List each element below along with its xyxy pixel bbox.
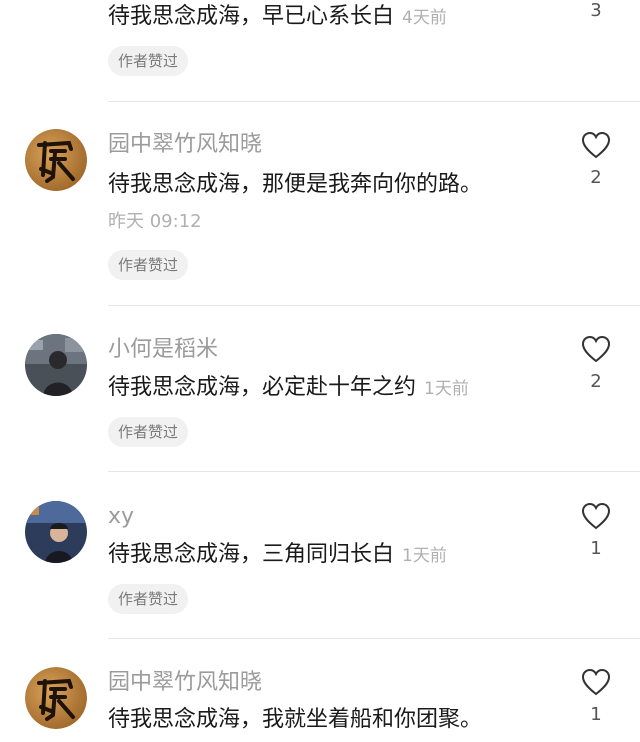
comment-text: 待我思念成海，三角同归长白 xyxy=(108,542,395,567)
like-count: 1 xyxy=(590,704,602,725)
comment-time: 4天前 xyxy=(402,8,447,28)
like-control[interactable]: 2 xyxy=(576,335,616,393)
calligraphy-avatar-image xyxy=(25,667,87,729)
comment-text-line: 待我思念成海，我就坐着船和你团聚。 xyxy=(108,707,482,733)
author-liked-badge: 作者赞过 xyxy=(108,46,189,76)
comment-text-line: 待我思念成海，三角同归长白 1天前 xyxy=(108,542,447,569)
like-count: 3 xyxy=(590,0,602,21)
like-control[interactable]: 1 xyxy=(576,668,616,726)
comment-text: 待我思念成海，我就坐着船和你团聚。 xyxy=(108,707,483,732)
username[interactable]: 小何是稻米 xyxy=(108,337,218,363)
comment-time: 1天前 xyxy=(402,546,447,566)
comment-text-line: 待我思念成海，那便是我奔向你的路。 xyxy=(108,172,482,198)
like-control[interactable]: 1 xyxy=(576,502,616,560)
heart-outline-icon[interactable] xyxy=(581,502,611,530)
divider xyxy=(108,101,640,102)
calligraphy-avatar-image xyxy=(25,129,87,191)
photo-avatar-boy-image xyxy=(25,501,87,563)
like-count: 2 xyxy=(590,371,602,392)
avatar[interactable] xyxy=(25,129,87,191)
divider xyxy=(108,305,640,306)
heart-outline-icon[interactable] xyxy=(581,335,611,363)
like-control[interactable]: 3 xyxy=(576,0,616,22)
username[interactable]: 园中翠竹风知晓 xyxy=(108,670,262,696)
comment-time: 1天前 xyxy=(424,379,469,399)
avatar[interactable] xyxy=(25,667,87,729)
author-liked-badge: 作者赞过 xyxy=(108,584,189,614)
username[interactable]: xy xyxy=(108,504,134,530)
heart-outline-icon[interactable] xyxy=(581,668,611,696)
heart-outline-icon[interactable] xyxy=(581,131,611,159)
divider xyxy=(108,471,640,472)
like-count: 1 xyxy=(590,538,602,559)
photo-avatar-person-image xyxy=(25,334,87,396)
comment-text-line: 待我思念成海，必定赴十年之约 1天前 xyxy=(108,375,469,402)
comment-text-line: 待我思念成海，早已心系长白 4天前 xyxy=(108,4,447,31)
like-control[interactable]: 2 xyxy=(576,131,616,189)
username[interactable]: 园中翠竹风知晓 xyxy=(108,132,262,158)
avatar[interactable] xyxy=(25,501,87,563)
avatar[interactable] xyxy=(25,334,87,396)
comment-text: 待我思念成海，早已心系长白 xyxy=(108,4,395,29)
author-liked-badge: 作者赞过 xyxy=(108,417,189,447)
comment-time: 昨天 09:12 xyxy=(108,211,202,232)
comment-text: 待我思念成海，必定赴十年之约 xyxy=(108,375,417,400)
divider xyxy=(108,638,640,639)
comment-text: 待我思念成海，那便是我奔向你的路。 xyxy=(108,172,483,197)
author-liked-badge: 作者赞过 xyxy=(108,250,189,280)
like-count: 2 xyxy=(590,167,602,188)
